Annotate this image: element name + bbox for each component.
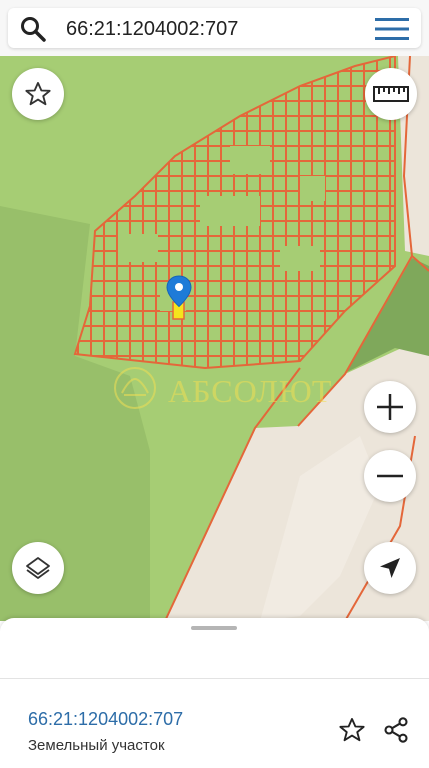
share-icon[interactable] bbox=[382, 716, 410, 744]
watermark-logo-icon bbox=[114, 367, 156, 409]
top-bar bbox=[0, 0, 429, 56]
locate-button[interactable] bbox=[364, 542, 416, 594]
map-canvas bbox=[0, 56, 429, 621]
property-type: Земельный участок bbox=[28, 737, 165, 754]
sheet-drag-handle[interactable] bbox=[191, 626, 237, 630]
divider bbox=[0, 678, 429, 679]
cadastral-number[interactable]: 66:21:1204002:707 bbox=[28, 709, 183, 730]
favorite-button[interactable] bbox=[12, 68, 64, 120]
zoom-out-button[interactable] bbox=[364, 450, 416, 502]
zoom-in-button[interactable] bbox=[364, 381, 416, 433]
search-bar bbox=[8, 8, 421, 48]
bottom-sheet[interactable]: 66:21:1204002:707 Земельный участок bbox=[0, 618, 429, 768]
search-input[interactable] bbox=[64, 14, 368, 44]
watermark-text: АБСОЛЮТ bbox=[168, 373, 333, 409]
layers-icon bbox=[26, 557, 50, 579]
star-icon bbox=[25, 81, 51, 106]
menu-icon[interactable] bbox=[375, 17, 409, 41]
ruler-icon bbox=[373, 86, 409, 102]
layers-button[interactable] bbox=[12, 542, 64, 594]
minus-icon bbox=[377, 474, 403, 478]
watermark: АБСОЛЮТ bbox=[110, 363, 333, 413]
map-view[interactable]: АБСОЛЮТ bbox=[0, 56, 429, 621]
plus-icon bbox=[377, 394, 403, 420]
navigation-arrow-icon bbox=[380, 558, 400, 578]
ruler-button[interactable] bbox=[365, 68, 417, 120]
bookmark-star-icon[interactable] bbox=[338, 716, 366, 744]
search-icon[interactable] bbox=[20, 16, 46, 42]
